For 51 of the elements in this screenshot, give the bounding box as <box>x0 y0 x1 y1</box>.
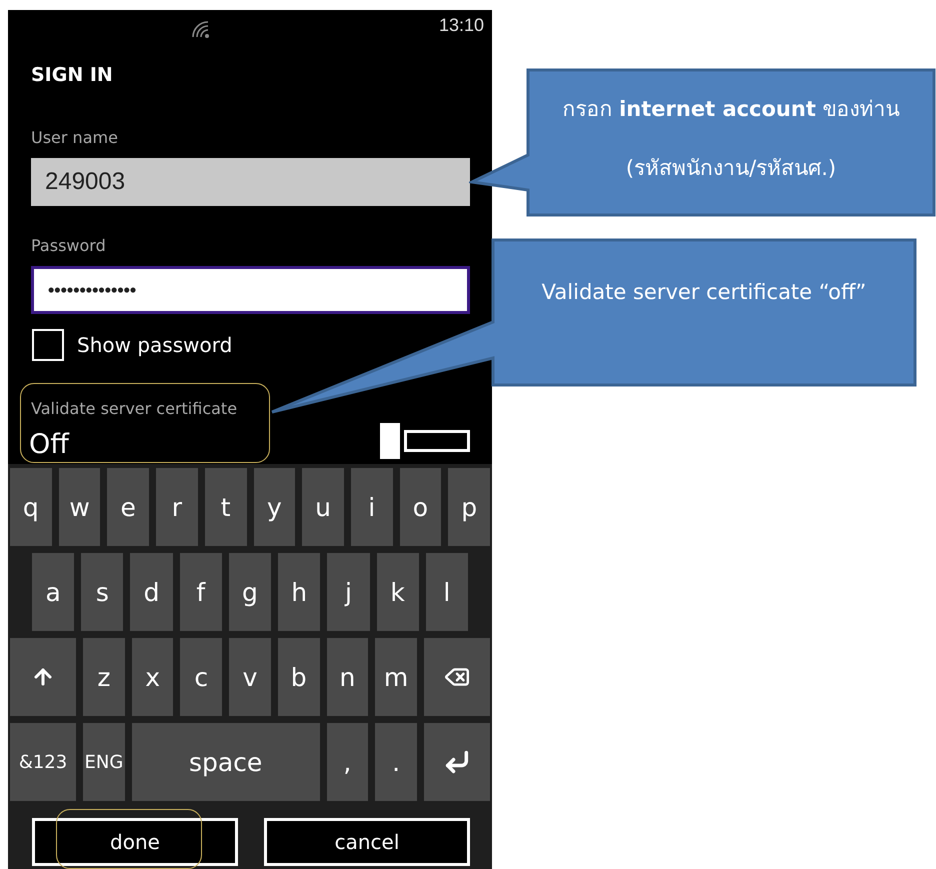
callout-text: กรอก internet account ของท่าน <box>562 96 900 123</box>
shift-key[interactable] <box>10 638 76 716</box>
keyboard-key[interactable]: l <box>426 553 468 631</box>
input-field[interactable]: 249003 <box>31 158 470 206</box>
keyboard-key[interactable]: b <box>278 638 320 716</box>
keyboard-key[interactable]: h <box>278 553 320 631</box>
backspace-key[interactable] <box>424 638 490 716</box>
setting-label: Validate server certificate <box>31 399 238 419</box>
keyboard-key[interactable]: j <box>327 553 370 631</box>
keyboard-key[interactable]: r <box>156 468 198 546</box>
enter-key[interactable] <box>424 723 490 801</box>
keyboard-key[interactable]: i <box>350 468 393 546</box>
status-time: 13:10 <box>438 14 484 36</box>
keyboard-key[interactable]: v <box>229 638 271 716</box>
keyboard-key[interactable]: g <box>228 553 272 631</box>
toggle-switch[interactable] <box>380 423 470 459</box>
checkbox-label: Show password <box>77 333 232 357</box>
keyboard-key[interactable]: t <box>204 468 246 546</box>
keyboard-key[interactable]: c <box>180 638 222 716</box>
keyboard-key[interactable]: k <box>376 553 419 631</box>
keyboard-key[interactable]: s <box>81 553 124 631</box>
cancel-button[interactable]: cancel <box>264 818 470 866</box>
keyboard-key[interactable]: o <box>400 468 442 546</box>
keyboard-key[interactable]: f <box>180 553 222 631</box>
keyboard-key[interactable]: w <box>58 468 100 546</box>
field-label: Password <box>31 236 106 256</box>
keyboard-key[interactable]: z <box>83 638 125 716</box>
keyboard-key[interactable]: d <box>130 553 173 631</box>
language-key[interactable]: ENG <box>83 723 125 801</box>
keyboard-key[interactable]: e <box>107 468 150 546</box>
keyboard-key[interactable]: p <box>448 468 490 546</box>
keyboard-key[interactable]: a <box>32 553 74 631</box>
keyboard-key[interactable]: . <box>375 723 417 801</box>
wifi-icon <box>190 19 212 39</box>
callout-text: Validate server certificate “off” <box>542 280 866 304</box>
keyboard-key[interactable]: , <box>326 723 368 801</box>
keyboard-key[interactable]: n <box>326 638 368 716</box>
space-key[interactable]: space <box>132 723 320 801</box>
keyboard-key[interactable]: q <box>10 468 52 546</box>
keyboard-key[interactable]: y <box>254 468 296 546</box>
symbols-key[interactable]: &123 <box>10 723 76 801</box>
keyboard-key[interactable]: u <box>302 468 344 546</box>
page-title: SIGN IN <box>31 63 114 87</box>
keyboard-key[interactable]: m <box>375 638 417 716</box>
field-label: User name <box>31 128 118 148</box>
setting-value: Off <box>29 429 70 461</box>
input-field[interactable]: •••••••••••••• <box>31 266 470 314</box>
done-button[interactable]: done <box>32 818 238 866</box>
keyboard-key[interactable]: x <box>132 638 174 716</box>
checkbox[interactable] <box>32 329 64 361</box>
callout-text: (รหัสพนักงาน/รหัสนศ.) <box>626 155 836 182</box>
